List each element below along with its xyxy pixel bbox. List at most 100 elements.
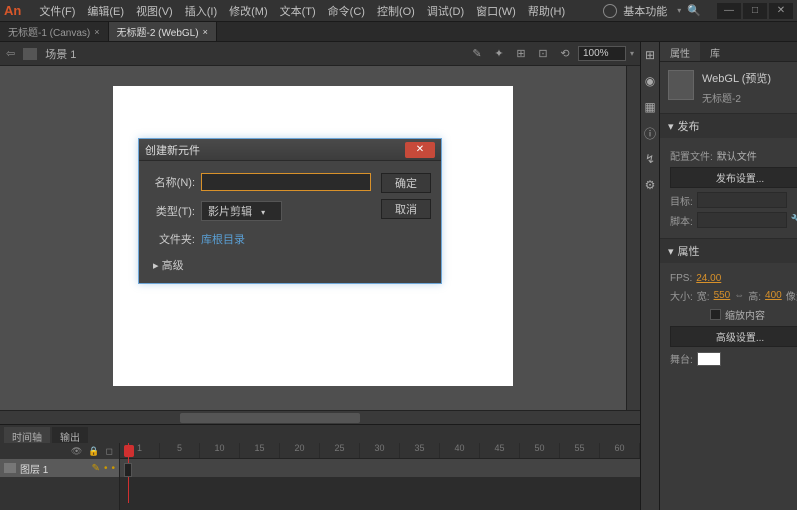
- close-window-button[interactable]: ✕: [769, 3, 793, 19]
- menu-help[interactable]: 帮助(H): [522, 3, 571, 19]
- rotate-icon[interactable]: ⟲: [556, 46, 574, 62]
- eye-icon[interactable]: 👁: [71, 446, 82, 457]
- dialog-close-button[interactable]: ✕: [405, 142, 435, 158]
- height-value[interactable]: 400: [765, 290, 782, 301]
- symbol-icon[interactable]: ✦: [490, 46, 508, 62]
- scene-icon[interactable]: [23, 48, 37, 60]
- link-icon[interactable]: ⇔: [734, 290, 744, 301]
- folder-link[interactable]: 库根目录: [201, 231, 245, 247]
- target-select: [697, 192, 787, 208]
- menu-text[interactable]: 文本(T): [274, 3, 322, 19]
- layer-row[interactable]: 图层 1 ✎ ••: [0, 459, 119, 477]
- width-value[interactable]: 550: [714, 290, 731, 301]
- align-panel-icon[interactable]: ⊞: [641, 46, 659, 64]
- ruler-tick: 15: [240, 443, 280, 458]
- swatches-panel-icon[interactable]: ▦: [641, 98, 659, 116]
- info-panel-icon[interactable]: ⓘ: [641, 124, 659, 142]
- select-value: 影片剪辑: [208, 206, 252, 218]
- lock-icon[interactable]: 🔒: [88, 446, 99, 457]
- menu-window[interactable]: 窗口(W): [470, 3, 522, 19]
- target-label: 目标:: [670, 193, 693, 208]
- ruler-tick: 50: [520, 443, 560, 458]
- publish-settings-button[interactable]: 发布设置...: [670, 167, 797, 188]
- maximize-button[interactable]: □: [743, 3, 767, 19]
- symbol-name-input[interactable]: [201, 173, 371, 191]
- menu-file[interactable]: 文件(F): [33, 3, 81, 19]
- ruler-tick: 5: [160, 443, 200, 458]
- chevron-down-icon: ▾: [668, 245, 674, 258]
- timeline-ruler[interactable]: 1 5 10 15 20 25 30 35 40 45 50 55 60: [120, 443, 640, 459]
- close-icon[interactable]: ×: [94, 27, 99, 37]
- dialog-title: 创建新元件: [145, 142, 200, 158]
- transform-panel-icon[interactable]: ↯: [641, 150, 659, 168]
- script-select: [697, 212, 787, 228]
- layer-icon: [4, 463, 16, 473]
- color-panel-icon[interactable]: ◉: [641, 72, 659, 90]
- folder-label: 文件夹:: [149, 231, 195, 247]
- scene-label[interactable]: 场景 1: [45, 46, 76, 62]
- menu-modify[interactable]: 修改(M): [223, 3, 274, 19]
- workspace-switcher[interactable]: 基本功能: [623, 3, 667, 19]
- horizontal-scrollbar[interactable]: [0, 410, 640, 424]
- keyframe[interactable]: [124, 463, 132, 477]
- menu-insert[interactable]: 插入(I): [179, 3, 223, 19]
- menu-debug[interactable]: 调试(D): [421, 3, 470, 19]
- section-attrs-header[interactable]: ▾ 属性: [660, 239, 797, 263]
- ok-button[interactable]: 确定: [381, 173, 431, 193]
- symbol-type-select[interactable]: 影片剪辑 ▾: [201, 201, 282, 221]
- tab-library[interactable]: 库: [700, 42, 730, 61]
- create-symbol-dialog: 创建新元件 ✕ 名称(N): 类型(T): 影片剪辑 ▾ 文件夹: 库根目录 ▸…: [138, 138, 442, 284]
- tab-timeline[interactable]: 时间轴: [4, 427, 50, 443]
- document-tabs: 无标题-1 (Canvas) × 无标题-2 (WebGL) ×: [0, 22, 797, 42]
- properties-panel: 属性 库 WebGL (预览) 无标题-2 ▾ 发布 配置文件: 默认文件 发布…: [660, 42, 797, 510]
- profile-label: 配置文件:: [670, 148, 713, 163]
- tab-properties[interactable]: 属性: [660, 42, 700, 61]
- doc-tab-label: 无标题-2 (WebGL): [117, 24, 199, 39]
- zoom-input[interactable]: [578, 46, 626, 61]
- scrollbar-thumb[interactable]: [180, 413, 360, 423]
- chevron-down-icon[interactable]: ▾: [630, 49, 634, 58]
- playhead-handle[interactable]: [124, 445, 134, 457]
- cancel-button[interactable]: 取消: [381, 199, 431, 219]
- scale-content-checkbox[interactable]: [710, 309, 721, 320]
- search-icon[interactable]: 🔍: [687, 4, 701, 17]
- menu-control[interactable]: 控制(O): [371, 3, 421, 19]
- ruler-tick: 20: [280, 443, 320, 458]
- vertical-scrollbar[interactable]: [626, 66, 640, 410]
- menu-edit[interactable]: 编辑(E): [81, 3, 130, 19]
- fps-value[interactable]: 24.00: [696, 273, 721, 284]
- menu-commands[interactable]: 命令(C): [322, 3, 371, 19]
- center-icon[interactable]: ⊡: [534, 46, 552, 62]
- outline-icon[interactable]: ◻: [106, 446, 113, 457]
- ruler-tick: 10: [200, 443, 240, 458]
- close-icon[interactable]: ×: [203, 27, 208, 37]
- stage-toolbar: ⇦ 场景 1 ✎ ✦ ⊞ ⊡ ⟲ ▾: [0, 42, 640, 66]
- doc-tab-1[interactable]: 无标题-1 (Canvas) ×: [0, 22, 109, 41]
- doc-tab-2[interactable]: 无标题-2 (WebGL) ×: [109, 22, 217, 41]
- minimize-button[interactable]: —: [717, 3, 741, 19]
- stage-color-swatch[interactable]: [697, 352, 721, 366]
- size-label: 大小:: [670, 288, 693, 303]
- profile-value: 默认文件: [717, 148, 757, 163]
- width-label: 宽:: [697, 288, 710, 303]
- sync-icon[interactable]: [603, 4, 617, 18]
- chevron-down-icon: ▾: [677, 6, 681, 15]
- advanced-toggle[interactable]: ▸ 高级: [149, 257, 371, 273]
- components-panel-icon[interactable]: ⚙: [641, 176, 659, 194]
- edit-scene-icon[interactable]: ✎: [468, 46, 486, 62]
- menu-view[interactable]: 视图(V): [130, 3, 179, 19]
- timeline-frames[interactable]: 1 5 10 15 20 25 30 35 40 45 50 55 60: [120, 443, 640, 510]
- back-icon[interactable]: ⇦: [6, 47, 15, 60]
- wrench-icon[interactable]: 🔧: [791, 215, 797, 226]
- tab-output[interactable]: 输出: [52, 427, 88, 443]
- chevron-down-icon: ▾: [261, 208, 265, 217]
- section-publish-header[interactable]: ▾ 发布: [660, 114, 797, 138]
- doc-name-label: 无标题-2: [702, 90, 771, 105]
- layer-name[interactable]: 图层 1: [20, 461, 48, 476]
- height-label: 高:: [748, 288, 761, 303]
- section-title: 发布: [678, 118, 700, 134]
- advanced-settings-button[interactable]: 高级设置...: [670, 326, 797, 347]
- dialog-titlebar[interactable]: 创建新元件 ✕: [139, 139, 441, 161]
- frame-row[interactable]: [120, 459, 640, 477]
- fit-icon[interactable]: ⊞: [512, 46, 530, 62]
